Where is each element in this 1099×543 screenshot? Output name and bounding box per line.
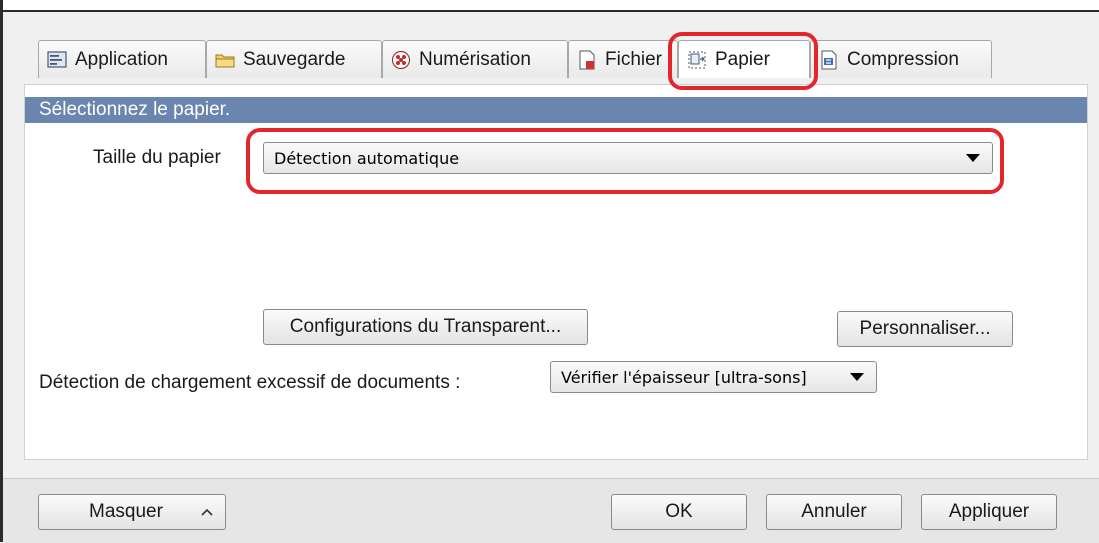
tab-label: Sauvegarde bbox=[243, 48, 346, 70]
tab-label: Application bbox=[75, 48, 168, 70]
tab-compression[interactable]: Compression bbox=[810, 40, 992, 78]
scan-icon bbox=[392, 50, 410, 69]
multifeed-dropdown[interactable]: Vérifier l'épaisseur [ultra-sons] bbox=[550, 361, 877, 393]
chevron-up-icon bbox=[201, 508, 213, 516]
settings-window: Application Sauvegarde Numérisation Fich… bbox=[0, 0, 1099, 543]
tab-label: Compression bbox=[847, 48, 959, 70]
tab-numerisation[interactable]: Numérisation bbox=[382, 40, 568, 78]
paper-size-label: Taille du papier bbox=[93, 147, 221, 168]
tab-sauvegarde[interactable]: Sauvegarde bbox=[206, 40, 382, 78]
ok-button[interactable]: OK bbox=[611, 494, 747, 530]
papier-tab-highlight bbox=[668, 32, 818, 90]
tab-fichier[interactable]: Fichier bbox=[568, 40, 678, 78]
tab-label: Fichier bbox=[605, 48, 663, 70]
hide-button[interactable]: Masquer bbox=[38, 494, 226, 530]
window-left-border bbox=[0, 0, 3, 542]
file-icon bbox=[579, 50, 595, 69]
transparent-settings-button[interactable]: Configurations du Transparent... bbox=[263, 309, 588, 345]
window-top-border bbox=[0, 0, 1099, 12]
folder-icon bbox=[215, 54, 235, 67]
paper-size-highlight bbox=[246, 128, 1004, 194]
cancel-button[interactable]: Annuler bbox=[766, 494, 902, 530]
hide-label: Masquer bbox=[89, 501, 163, 522]
chevron-down-icon bbox=[850, 373, 864, 381]
application-icon bbox=[47, 50, 67, 68]
section-header: Sélectionnez le papier. bbox=[25, 97, 1087, 123]
multifeed-label: Détection de chargement excessif de docu… bbox=[39, 372, 461, 393]
tab-application[interactable]: Application bbox=[38, 40, 206, 78]
customize-button[interactable]: Personnaliser... bbox=[837, 311, 1013, 347]
compression-icon bbox=[821, 50, 837, 69]
tab-label: Numérisation bbox=[419, 48, 531, 70]
apply-button[interactable]: Appliquer bbox=[921, 494, 1057, 530]
multifeed-value: Vérifier l'épaisseur [ultra-sons] bbox=[561, 367, 807, 387]
